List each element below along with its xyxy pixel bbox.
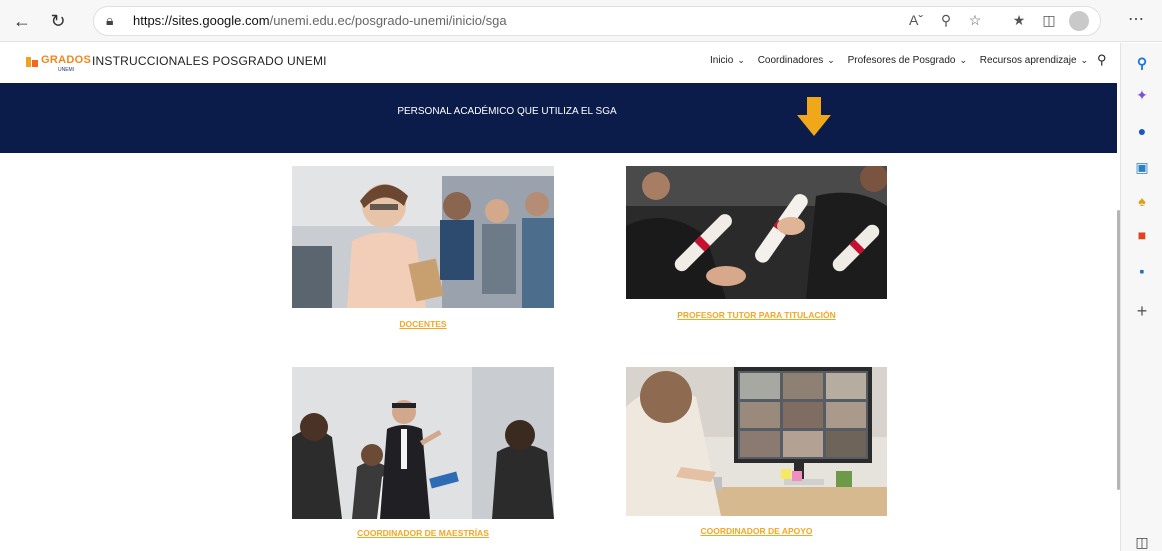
edge-sidebar: ⚲ ✦ ● ▣ ♠ ■ ▪ + ◫ — [1120, 43, 1162, 551]
tutor-link[interactable]: PROFESOR TUTOR PARA TITULACIÓN — [626, 310, 887, 320]
browser-toolbar: ← ↻ 🔒︎ https://sites.google.com/unemi.ed… — [0, 0, 1162, 42]
banner-title: PERSONAL ACADÉMICO QUE UTILIZA EL SGA — [397, 106, 617, 117]
favorites-icon[interactable]: ★ — [1010, 12, 1028, 29]
search-icon[interactable]: ⚲ — [1133, 54, 1151, 72]
office-icon[interactable]: ■ — [1133, 226, 1151, 244]
logo-text[interactable]: GRADOS — [41, 54, 91, 66]
address-bar[interactable]: 🔒︎ https://sites.google.com/unemi.edu.ec… — [93, 6, 1101, 36]
menu-icon[interactable]: ⋯ — [1128, 9, 1144, 29]
site-title[interactable]: INSTRUCCIONALES POSGRADO UNEMI — [92, 54, 327, 68]
nav-item-coordinadores[interactable]: Coordinadores ⌄ — [758, 55, 835, 66]
games-icon[interactable]: ♠ — [1133, 192, 1151, 210]
apoyo-link[interactable]: COORDINADOR DE APOYO — [626, 526, 887, 536]
nav-item-inicio[interactable]: Inicio ⌄ — [710, 55, 745, 66]
nav-item-recursos[interactable]: Recursos aprendizaje ⌄ — [980, 55, 1088, 66]
banner: PERSONAL ACADÉMICO QUE UTILIZA EL SGA — [0, 83, 1117, 153]
back-icon[interactable]: ← — [10, 9, 34, 33]
profile-icon[interactable] — [1069, 11, 1089, 31]
nav-item-profesores[interactable]: Profesores de Posgrado ⌄ — [848, 55, 967, 66]
outlook-icon[interactable]: ▪ — [1133, 262, 1151, 280]
maestrias-image[interactable] — [292, 367, 554, 519]
reload-icon[interactable]: ↻ — [46, 9, 70, 33]
sidebar-toggle-icon[interactable]: ◫ — [1133, 533, 1151, 551]
docentes-image[interactable] — [292, 166, 554, 308]
add-icon[interactable]: + — [1133, 302, 1151, 320]
copilot-icon[interactable]: ✦ — [1133, 86, 1151, 104]
chevron-down-icon[interactable]: ⌄ — [959, 55, 967, 65]
read-aloud-icon[interactable]: Aˇ — [907, 12, 925, 28]
maestrias-link[interactable]: COORDINADOR DE MAESTRÍAS — [292, 528, 554, 538]
apoyo-image[interactable] — [626, 367, 887, 516]
zoom-icon[interactable]: ⚲ — [937, 12, 955, 29]
collections-icon[interactable]: ◫ — [1040, 12, 1058, 29]
shopping-icon[interactable]: ● — [1133, 122, 1151, 140]
site-search-icon[interactable]: ⚲ — [1097, 52, 1107, 68]
lock-icon[interactable]: 🔒︎ — [106, 12, 113, 29]
favorites-add-icon[interactable]: ☆ — [966, 12, 984, 29]
site-header: GRADOS UNEMI INSTRUCCIONALES POSGRADO UN… — [0, 43, 1117, 83]
chevron-down-icon[interactable]: ⌄ — [737, 55, 745, 65]
chevron-down-icon[interactable]: ⌄ — [1081, 55, 1089, 65]
url-text: https://sites.google.com/unemi.edu.ec/po… — [133, 13, 507, 28]
logo-icon — [26, 57, 38, 67]
tools-icon[interactable]: ▣ — [1133, 158, 1151, 176]
docentes-link[interactable]: DOCENTES — [292, 319, 554, 329]
chevron-down-icon[interactable]: ⌄ — [827, 55, 835, 65]
arrow-down-icon — [797, 97, 831, 136]
site-nav: Inicio ⌄ Coordinadores ⌄ Profesores de Pos… — [710, 55, 1098, 66]
logo-subtext: UNEMI — [58, 67, 75, 73]
scrollbar[interactable] — [1117, 210, 1120, 490]
tutor-image[interactable] — [626, 166, 887, 299]
